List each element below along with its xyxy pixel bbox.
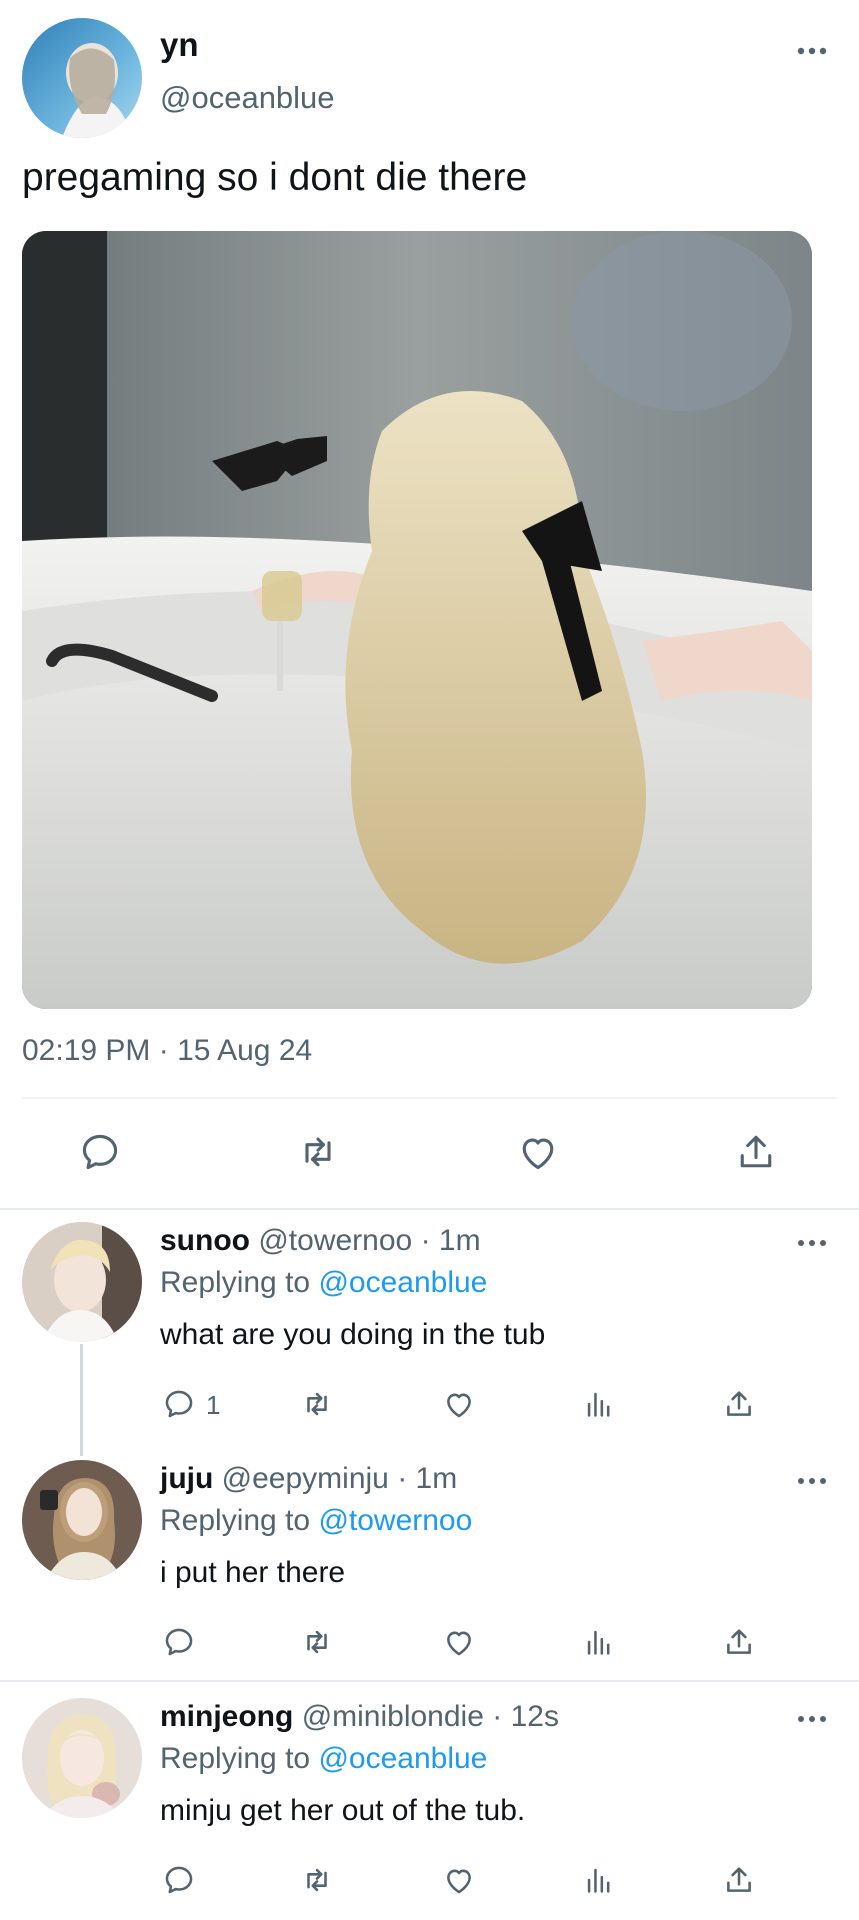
tweet-photo[interactable]: [22, 231, 812, 1009]
avatar[interactable]: [22, 1698, 142, 1818]
replying-prefix: Replying to: [160, 1266, 311, 1299]
share-icon[interactable]: [722, 1625, 756, 1659]
analytics-icon[interactable]: [582, 1863, 616, 1897]
more-dots-icon[interactable]: [795, 1474, 829, 1488]
like-icon[interactable]: [442, 1863, 476, 1897]
reply-header: sunoo @towernoo · 1m: [160, 1224, 481, 1258]
avatar[interactable]: [22, 1222, 142, 1342]
reply-header: minjeong @miniblondie · 12s: [160, 1700, 559, 1734]
share-icon[interactable]: [722, 1863, 756, 1897]
share-icon[interactable]: [722, 1387, 756, 1421]
reply-handle[interactable]: @miniblondie: [302, 1700, 484, 1733]
main-handle[interactable]: @oceanblue: [160, 80, 335, 116]
more-dots-icon[interactable]: [795, 1712, 829, 1726]
replying-mention[interactable]: @oceanblue: [318, 1266, 487, 1299]
replying-prefix: Replying to: [160, 1742, 311, 1775]
divider: [22, 1097, 837, 1099]
reply-handle[interactable]: @eepyminju: [222, 1462, 389, 1495]
like-icon[interactable]: [442, 1387, 476, 1421]
reply-icon[interactable]: [162, 1863, 196, 1897]
reply-text: what are you doing in the tub: [160, 1318, 546, 1351]
retweet-icon[interactable]: [296, 1130, 340, 1174]
reply-text: minju get her out of the tub.: [160, 1794, 526, 1827]
avatar[interactable]: [22, 1460, 142, 1580]
divider: [0, 1208, 859, 1210]
reply-display-name[interactable]: juju: [160, 1462, 213, 1495]
reply-time: · 1m: [397, 1462, 458, 1495]
reply-display-name[interactable]: sunoo: [160, 1224, 250, 1257]
replying-to: Replying to @oceanblue: [160, 1266, 487, 1300]
replying-mention[interactable]: @oceanblue: [318, 1742, 487, 1775]
analytics-icon[interactable]: [582, 1387, 616, 1421]
reply-count: 1: [206, 1390, 221, 1420]
tweet-timestamp: 02:19 PM · 15 Aug 24: [22, 1034, 313, 1067]
share-icon[interactable]: [734, 1130, 778, 1174]
tweet-text: pregaming so i dont die there: [22, 156, 528, 199]
reply-display-name[interactable]: minjeong: [160, 1700, 293, 1733]
retweet-icon[interactable]: [300, 1863, 334, 1897]
replying-to: Replying to @towernoo: [160, 1504, 472, 1538]
reply-text: i put her there: [160, 1556, 346, 1589]
reply-time: · 12s: [492, 1700, 559, 1733]
like-icon[interactable]: [516, 1130, 560, 1174]
main-avatar[interactable]: [22, 18, 142, 138]
replying-prefix: Replying to: [160, 1504, 311, 1537]
replying-to: Replying to @oceanblue: [160, 1742, 487, 1776]
retweet-icon[interactable]: [300, 1387, 334, 1421]
reply-header: juju @eepyminju · 1m: [160, 1462, 457, 1496]
thread-line: [80, 1344, 83, 1456]
retweet-icon[interactable]: [300, 1625, 334, 1659]
reply-icon[interactable]: [162, 1625, 196, 1659]
main-display-name[interactable]: yn: [160, 26, 199, 64]
replying-mention[interactable]: @towernoo: [318, 1504, 472, 1537]
like-icon[interactable]: [442, 1625, 476, 1659]
reply-handle[interactable]: @towernoo: [258, 1224, 412, 1257]
divider: [0, 1680, 859, 1682]
reply-time: · 1m: [420, 1224, 481, 1257]
analytics-icon[interactable]: [582, 1625, 616, 1659]
more-dots-icon[interactable]: [795, 44, 829, 58]
reply-icon[interactable]: [78, 1130, 122, 1174]
more-dots-icon[interactable]: [795, 1236, 829, 1250]
reply-icon[interactable]: [162, 1387, 196, 1421]
